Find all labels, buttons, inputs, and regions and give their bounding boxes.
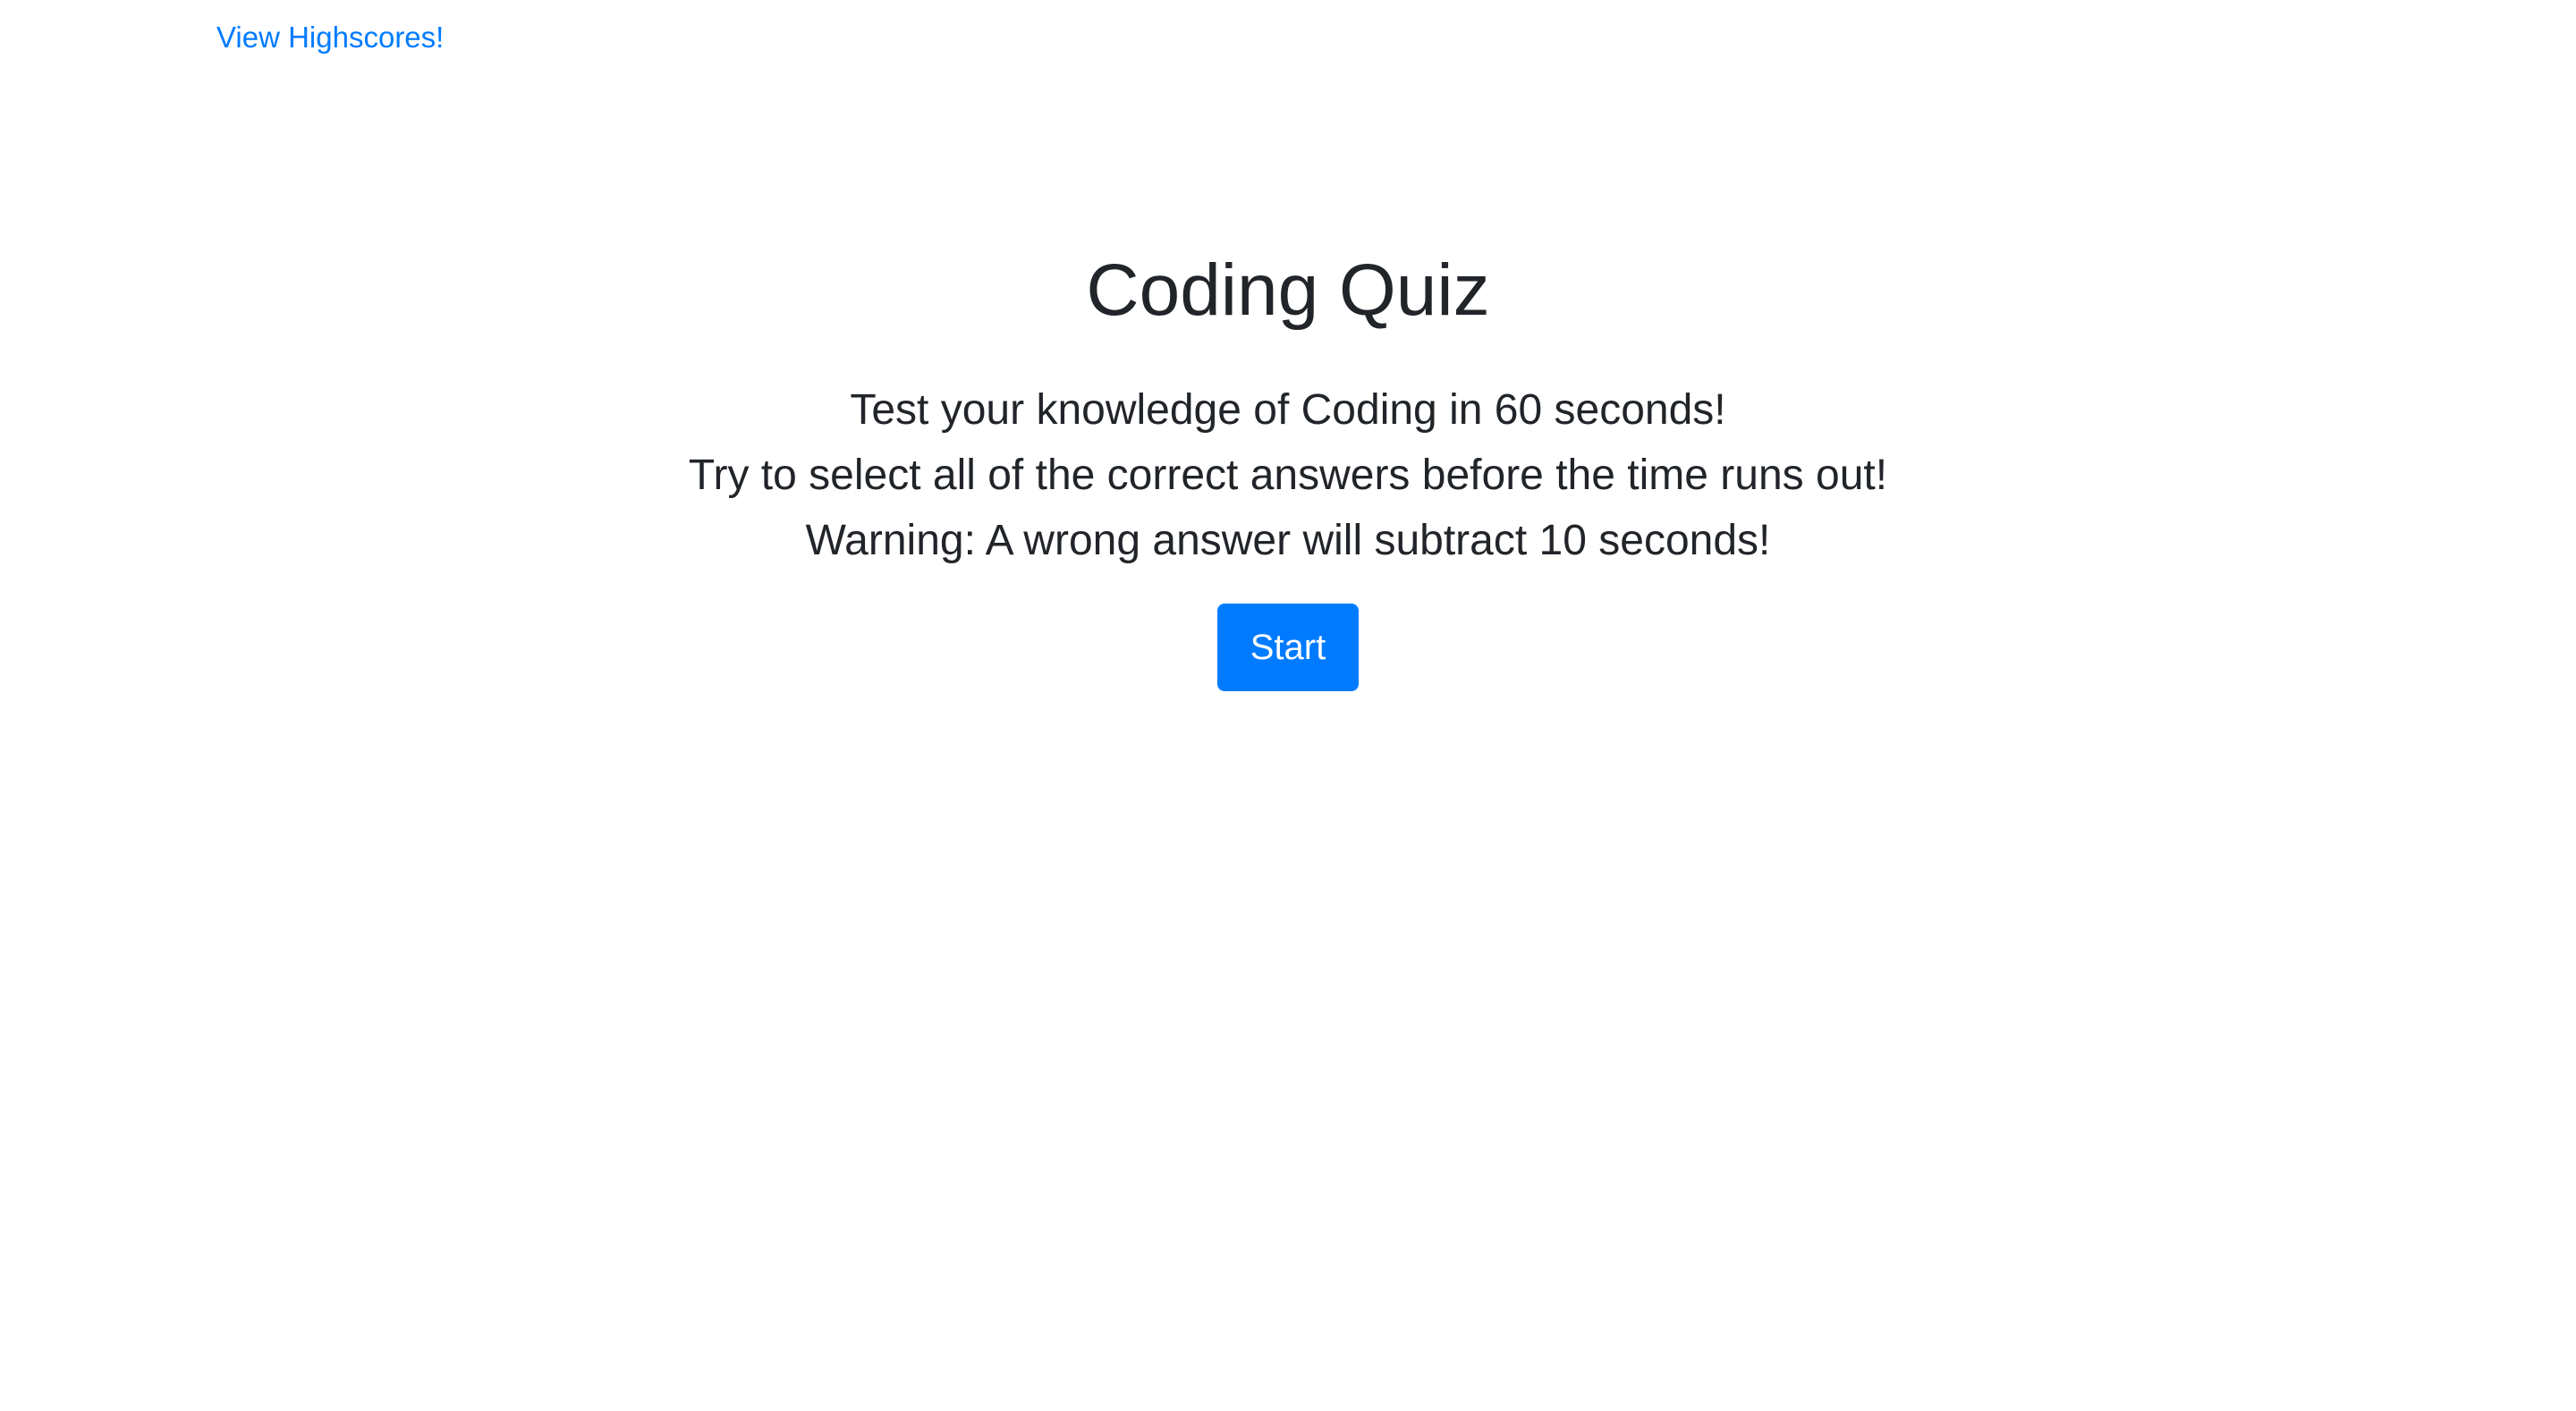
instruction-line-time: Test your knowledge of Coding in 60 seco…	[850, 386, 1726, 434]
quiz-intro-section: Coding Quiz Test your knowledge of Codin…	[0, 241, 2576, 691]
page-title: Coding Quiz	[1086, 249, 1490, 331]
quiz-page: View Highscores! Coding Quiz Test your k…	[0, 0, 2576, 1411]
instruction-line-goal: Try to select all of the correct answers…	[688, 452, 1888, 499]
view-highscores-link[interactable]: View Highscores!	[216, 16, 444, 59]
instruction-line-warning: Warning: A wrong answer will subtract 10…	[805, 517, 1771, 564]
quiz-instructions: Test your knowledge of Coding in 60 seco…	[0, 377, 2576, 573]
start-button[interactable]: Start	[1217, 604, 1359, 691]
